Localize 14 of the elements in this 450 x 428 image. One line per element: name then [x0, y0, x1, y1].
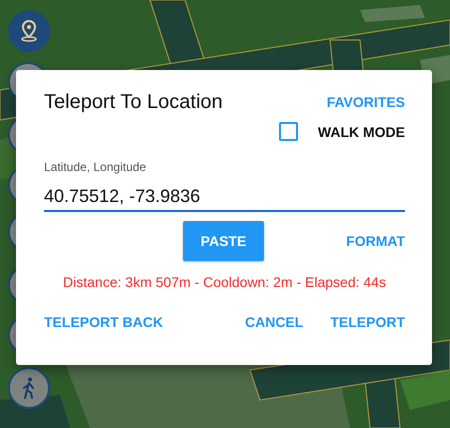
format-button[interactable]: FORMAT — [346, 229, 405, 253]
dialog-action-button[interactable]: TELEPORT — [330, 310, 405, 334]
coordinates-field[interactable]: 40.75512, -73.9836 — [44, 184, 405, 212]
field-label: Latitude, Longitude — [44, 160, 146, 174]
dialog-action-button[interactable]: TELEPORT BACK — [44, 310, 163, 334]
walking-person-icon — [22, 377, 36, 399]
location-pin-icon — [20, 20, 38, 42]
walk-mode-checkbox[interactable] — [278, 122, 298, 141]
favorites-button[interactable]: FAVORITES — [326, 90, 405, 114]
dialog-action-button[interactable]: CANCEL — [244, 310, 304, 334]
walk-mode-label: WALK MODE — [318, 124, 405, 140]
status-text: Distance: 3km 507m - Cooldown: 2m - Elapsed: 44s — [62, 274, 387, 290]
paste-button[interactable]: PASTE — [183, 221, 264, 261]
dialog-title: Teleport To Location — [44, 90, 223, 114]
